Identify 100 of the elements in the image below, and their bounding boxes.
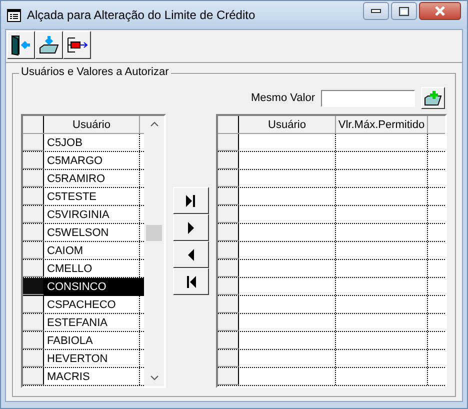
row-indicator[interactable] (23, 368, 44, 385)
row-indicator[interactable] (218, 170, 239, 187)
column-header[interactable]: Usuário (44, 116, 140, 133)
row-indicator[interactable] (218, 350, 239, 367)
user-row[interactable]: C5MARGO (23, 152, 144, 170)
triangle-arrow-icon (186, 222, 196, 234)
scroll-down-icon[interactable] (150, 375, 158, 381)
group-title: Usuários e Valores a Autorizar (19, 66, 171, 78)
empty-row[interactable] (218, 170, 445, 188)
row-indicator[interactable] (218, 242, 239, 259)
user-name: CSPACHECO (47, 298, 116, 310)
empty-row[interactable] (218, 188, 445, 206)
user-name: C5WELSON (47, 226, 109, 238)
user-name: HEVERTON (47, 352, 108, 364)
skip-arrow-icon (186, 194, 196, 206)
user-row[interactable]: MACRIS (23, 368, 144, 386)
column-header[interactable]: Usuário (239, 116, 336, 133)
close-button[interactable] (419, 2, 461, 20)
empty-row[interactable] (218, 152, 445, 170)
row-indicator[interactable] (23, 332, 44, 349)
row-indicator[interactable] (218, 188, 239, 205)
user-row[interactable]: CONSINCO (23, 278, 144, 296)
column-header[interactable]: Vlr.Máx.Permitido (336, 116, 428, 133)
triangle-arrow-icon (186, 248, 196, 260)
same-value-label: Mesmo Valor (251, 92, 315, 104)
empty-row[interactable] (218, 224, 445, 242)
user-row[interactable]: C5RAMIRO (23, 170, 144, 188)
row-indicator[interactable] (218, 134, 239, 151)
user-name: C5VIRGINIA (47, 208, 110, 220)
exit-button[interactable] (7, 31, 35, 59)
user-name: CAIOM (47, 244, 84, 256)
row-indicator[interactable] (23, 152, 44, 169)
user-row[interactable]: ESTEFANIA (23, 314, 144, 332)
same-value-field[interactable] (321, 90, 415, 106)
row-indicator[interactable] (23, 170, 44, 187)
user-name: C5JOB (47, 136, 82, 148)
scroll-up-icon[interactable] (150, 121, 158, 127)
user-row[interactable]: HEVERTON (23, 350, 144, 368)
add-button[interactable] (421, 87, 445, 109)
row-indicator[interactable] (23, 314, 44, 331)
empty-row[interactable] (218, 350, 445, 368)
user-name: ESTEFANIA (47, 316, 108, 328)
row-indicator[interactable] (218, 152, 239, 169)
right-move-button[interactable] (173, 214, 209, 241)
row-indicator[interactable] (23, 188, 44, 205)
user-name: C5TESTE (47, 190, 97, 202)
user-row[interactable]: CSPACHECO (23, 296, 144, 314)
empty-row[interactable] (218, 332, 445, 350)
skip-arrow-icon (186, 276, 196, 288)
scroll-thumb[interactable] (146, 225, 162, 241)
import-button[interactable] (35, 31, 63, 59)
export-button[interactable] (63, 31, 91, 59)
user-row[interactable]: CMELLO (23, 260, 144, 278)
close-icon (434, 6, 446, 16)
row-indicator[interactable] (23, 296, 44, 313)
row-indicator[interactable] (218, 224, 239, 241)
user-name: C5MARGO (47, 154, 103, 166)
maximize-icon (399, 6, 409, 16)
row-indicator[interactable] (23, 224, 44, 241)
empty-row[interactable] (218, 134, 445, 152)
user-row[interactable]: C5TESTE (23, 188, 144, 206)
left-move-button[interactable] (173, 241, 209, 268)
row-indicator[interactable] (23, 206, 44, 223)
row-indicator[interactable] (218, 296, 239, 313)
minimize-icon (371, 9, 381, 13)
row-indicator[interactable] (23, 242, 44, 259)
row-indicator[interactable] (218, 278, 239, 295)
window-icon (7, 8, 21, 22)
folder-plus-icon (424, 90, 442, 106)
user-row[interactable]: C5VIRGINIA (23, 206, 144, 224)
minimize-button[interactable] (363, 2, 389, 20)
row-indicator[interactable] (218, 368, 239, 385)
empty-row[interactable] (218, 296, 445, 314)
user-name: FABIOLA (47, 334, 93, 346)
row-indicator[interactable] (23, 350, 44, 367)
user-row[interactable]: FABIOLA (23, 332, 144, 350)
window-title: Alçada para Alteração do Limite de Crédito (27, 8, 256, 22)
tray-download-icon (38, 34, 60, 56)
row-indicator[interactable] (218, 206, 239, 223)
row-indicator[interactable] (218, 314, 239, 331)
user-name: CMELLO (47, 262, 92, 274)
maximize-button[interactable] (391, 2, 417, 20)
empty-row[interactable] (218, 260, 445, 278)
row-indicator[interactable] (23, 260, 44, 277)
user-row[interactable]: CAIOM (23, 242, 144, 260)
empty-row[interactable] (218, 206, 445, 224)
user-name: C5RAMIRO (47, 172, 106, 184)
row-indicator[interactable] (23, 278, 44, 295)
user-name: MACRIS (47, 370, 90, 382)
empty-row[interactable] (218, 368, 445, 386)
empty-row[interactable] (218, 314, 445, 332)
user-name: CONSINCO (47, 280, 106, 292)
door-arrow-icon (10, 34, 32, 56)
user-row[interactable]: C5WELSON (23, 224, 144, 242)
empty-row[interactable] (218, 242, 445, 260)
user-row[interactable]: C5JOB (23, 134, 144, 152)
row-indicator[interactable] (218, 260, 239, 277)
row-indicator[interactable] (23, 134, 44, 151)
empty-row[interactable] (218, 278, 445, 296)
row-indicator[interactable] (218, 332, 239, 349)
